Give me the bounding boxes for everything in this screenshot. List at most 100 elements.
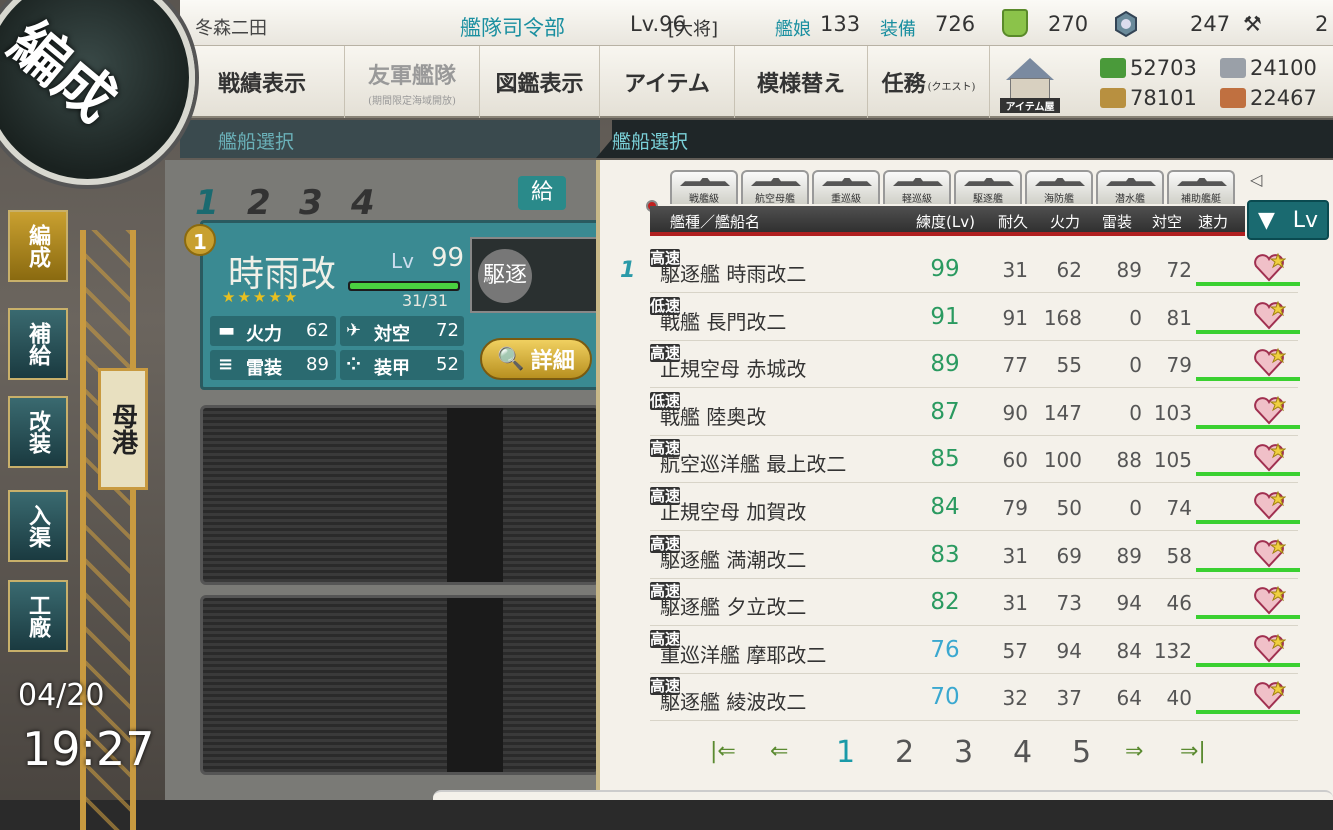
- prev-page-icon[interactable]: ⇐: [770, 739, 788, 764]
- type-tab-label: 駆逐艦: [973, 194, 1003, 205]
- quests-button[interactable]: 任務 (クエスト): [868, 46, 990, 118]
- supply-all-button[interactable]: 給: [518, 176, 566, 210]
- ship-hp: 79: [1002, 496, 1028, 520]
- heart-lock-icon[interactable]: [1252, 395, 1286, 425]
- hammer-icon: ⚒: [1243, 12, 1262, 36]
- ship-firepower: 37: [1056, 686, 1082, 711]
- condition-bar: [1196, 710, 1300, 715]
- ship-row[interactable]: 重巡洋艦 摩耶改二 76 57 94 84 132 高速: [650, 627, 1300, 674]
- type-tab[interactable]: 重巡級: [812, 170, 880, 205]
- last-page-icon[interactable]: ⇒|: [1180, 739, 1206, 764]
- nav-supply[interactable]: 補給: [8, 308, 68, 380]
- fuel-icon: [1100, 58, 1126, 78]
- page-4[interactable]: 4: [1013, 735, 1032, 770]
- heart-lock-icon[interactable]: [1252, 680, 1286, 710]
- ship-row[interactable]: 正規空母 加賀改 84 79 50 0 74 高速: [650, 484, 1300, 531]
- record-button[interactable]: 戦績表示: [180, 46, 345, 118]
- empty-ship-slot[interactable]: [200, 595, 600, 775]
- ship-row[interactable]: 駆逐艦 夕立改二 82 31 73 94 46 高速: [650, 579, 1300, 627]
- friend-fleet-button[interactable]: 友軍艦隊 (期間限定海域開放): [345, 46, 480, 118]
- heart-lock-icon[interactable]: [1252, 347, 1286, 377]
- heart-lock-icon[interactable]: [1252, 442, 1286, 472]
- encyclopedia-button[interactable]: 図鑑表示: [480, 46, 600, 118]
- heart-lock-icon[interactable]: [1252, 300, 1286, 330]
- page-1[interactable]: 1: [836, 735, 855, 770]
- top-bar: 冬森二田 艦隊司令部 Lv.96 [大将] 艦娘 133 装備 726 270 …: [180, 0, 1333, 46]
- type-tab-label: 海防艦: [1044, 194, 1074, 205]
- next-page-icon[interactable]: ⇒: [1125, 739, 1143, 764]
- type-tab[interactable]: 潜水艦: [1096, 170, 1164, 205]
- collapse-icon[interactable]: ◁: [1250, 170, 1262, 189]
- steel-icon: [1220, 58, 1246, 78]
- ship-torpedo: 0: [1129, 496, 1142, 520]
- equipment-count: 726: [935, 12, 976, 36]
- items-button[interactable]: アイテム: [600, 46, 735, 118]
- nav-port[interactable]: 母港: [98, 368, 148, 490]
- hq-label: 艦隊司令部: [460, 16, 565, 40]
- ship-torpedo: 84: [1116, 638, 1142, 663]
- page-3[interactable]: 3: [954, 735, 973, 770]
- fleet-tab-1[interactable]: 1: [195, 183, 239, 223]
- ship-row[interactable]: 駆逐艦 時雨改二 99 31 62 89 72 高速: [650, 246, 1300, 293]
- ship-torpedo: 89: [1116, 258, 1142, 282]
- item-shop-button[interactable]: アイテム屋: [1000, 52, 1060, 113]
- torpedo-icon: ≡: [218, 354, 234, 375]
- type-tab[interactable]: 軽巡級: [883, 170, 951, 205]
- armor-label: 装甲: [374, 358, 410, 379]
- empty-ship-slot[interactable]: [200, 405, 600, 585]
- ship-row[interactable]: 正規空母 赤城改 89 77 55 0 79 高速: [650, 341, 1300, 389]
- type-tab[interactable]: 補助艦艇: [1167, 170, 1235, 205]
- ship-level: 70: [930, 684, 960, 711]
- ship-row[interactable]: 駆逐艦 綾波改二 70 32 37 64 40 高速: [650, 674, 1300, 722]
- fuel-count: 52703: [1130, 56, 1197, 80]
- detail-button[interactable]: 🔍 詳細: [480, 338, 592, 380]
- aa-icon: ✈: [346, 320, 362, 341]
- ship-level: 82: [930, 589, 960, 616]
- devmat-count: 2: [1315, 12, 1329, 36]
- torpedo-value: 89: [306, 354, 329, 375]
- nav-organize[interactable]: 編成: [8, 210, 68, 282]
- heart-lock-icon[interactable]: [1252, 633, 1286, 663]
- page-5[interactable]: 5: [1072, 735, 1091, 770]
- ship-hp: 31: [1002, 591, 1028, 616]
- fleet-tab-4[interactable]: 4: [351, 183, 395, 223]
- nav-remodel[interactable]: 改装: [8, 396, 68, 468]
- nav-arsenal[interactable]: 工廠: [8, 580, 68, 652]
- heart-lock-icon[interactable]: [1252, 538, 1286, 568]
- ship-portrait: 駆逐: [470, 237, 600, 313]
- ship-hp: 77: [1002, 353, 1028, 378]
- type-tab[interactable]: 航空母艦: [741, 170, 809, 205]
- ship-row[interactable]: 戦艦 陸奥改 87 90 147 0 103 低速: [650, 389, 1300, 436]
- ship-row[interactable]: 戦艦 長門改二 91 91 168 0 81 低速: [650, 294, 1300, 341]
- heart-lock-icon[interactable]: [1252, 490, 1286, 520]
- first-page-icon[interactable]: |⇐: [710, 739, 736, 764]
- sort-down-icon: ▼: [1257, 207, 1275, 233]
- condition-bar: [1196, 472, 1300, 477]
- aa-label: 対空: [374, 324, 410, 345]
- ship-silhouette-icon: [751, 178, 801, 186]
- heart-lock-icon[interactable]: [1252, 252, 1286, 282]
- heart-lock-icon[interactable]: [1252, 585, 1286, 615]
- page-2[interactable]: 2: [895, 735, 914, 770]
- ship-count-label: 艦娘: [775, 19, 811, 40]
- col-speed: 速力: [1198, 213, 1229, 231]
- shop-icon: [1006, 58, 1054, 80]
- ship-silhouette-icon: [1035, 178, 1085, 186]
- col-hp: 耐久: [998, 213, 1029, 231]
- ship-aa: 40: [1166, 686, 1192, 711]
- nav-repair[interactable]: 入渠: [8, 490, 68, 562]
- magnifier-icon: 🔍: [497, 346, 525, 372]
- type-tab[interactable]: 戦艦級: [670, 170, 738, 205]
- ship-firepower: 147: [1043, 400, 1082, 425]
- fleet-tab-3[interactable]: 3: [299, 183, 343, 223]
- ship-silhouette-icon: [822, 178, 872, 186]
- sort-button[interactable]: ▼ Lv: [1247, 200, 1329, 240]
- type-tab[interactable]: 駆逐艦: [954, 170, 1022, 205]
- fleet-tab-2[interactable]: 2: [247, 183, 291, 223]
- bucket-count: 270: [1048, 12, 1089, 36]
- ship-row[interactable]: 航空巡洋艦 最上改二 85 60 100 88 105 高速: [650, 436, 1300, 484]
- furniture-button[interactable]: 模様替え: [735, 46, 868, 118]
- ship-row[interactable]: 駆逐艦 満潮改二 83 31 69 89 58 高速: [650, 532, 1300, 579]
- equipment-count-label: 装備: [880, 19, 916, 40]
- type-tab[interactable]: 海防艦: [1025, 170, 1093, 205]
